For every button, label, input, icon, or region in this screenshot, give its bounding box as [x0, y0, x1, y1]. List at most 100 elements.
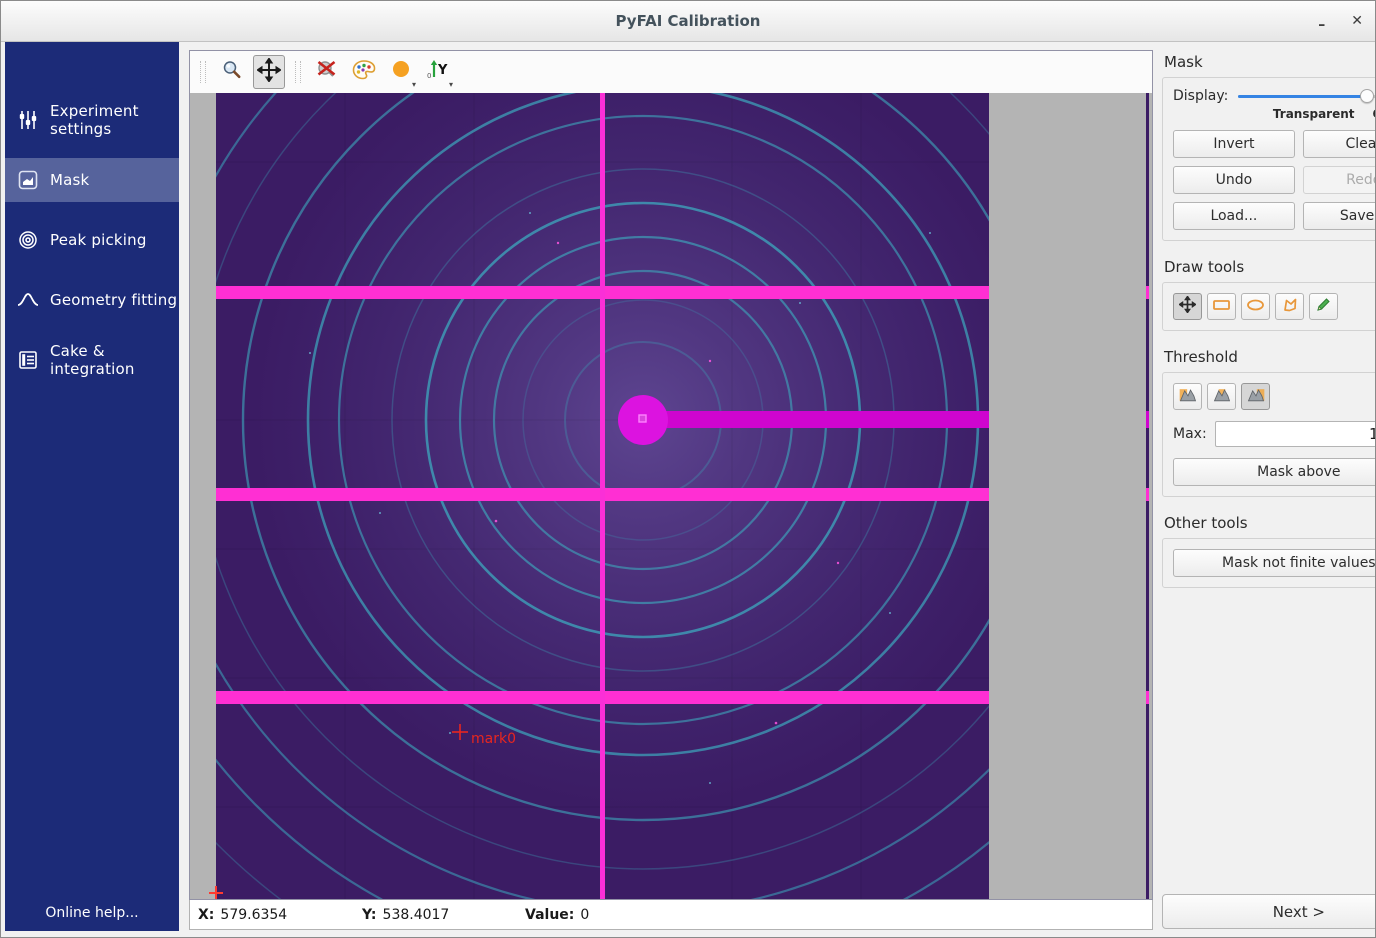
sidebar-item-mask[interactable]: Mask	[5, 158, 179, 202]
pan-crosshair-icon	[1179, 296, 1196, 317]
peak-curve-icon	[17, 289, 39, 311]
sidebar-item-geometry-fitting[interactable]: Geometry fitting	[5, 278, 179, 322]
histogram-below-icon	[1178, 386, 1198, 408]
load-button[interactable]: Load...	[1173, 202, 1295, 230]
dropdown-caret-icon: ▾	[412, 80, 416, 89]
pyfai-window: PyFAI Calibration – ✕ Experiment setting…	[0, 0, 1376, 938]
pencil-icon	[1315, 296, 1332, 317]
mask-color-button[interactable]: ▾	[385, 55, 417, 89]
sidebar: Experiment settings Mask	[5, 42, 179, 931]
mask-between-threshold-button[interactable]	[1207, 383, 1236, 410]
y-axis-icon: 0 Y	[425, 58, 451, 86]
mask-icon	[17, 169, 39, 191]
colormap-button[interactable]	[348, 55, 380, 89]
plot-toolbar: ▾ 0 Y ▾	[190, 51, 1152, 93]
sidebar-item-label: Mask	[50, 171, 89, 189]
histogram-above-icon	[1246, 386, 1266, 408]
magnifier-icon	[221, 59, 243, 85]
image-edge-sliver	[1146, 93, 1149, 899]
transparent-label: Transparent	[1273, 107, 1355, 121]
integration-icon	[17, 349, 39, 371]
minimize-button[interactable]: –	[1318, 14, 1325, 28]
concentric-rings-icon	[17, 229, 39, 251]
color-circle-icon	[390, 59, 412, 85]
sidebar-item-label: Experiment settings	[50, 102, 179, 138]
mask-groupbox: Display: Transparent Opaque Invert Clear…	[1162, 77, 1376, 241]
threshold-title: Threshold	[1164, 348, 1376, 366]
sidebar-item-label: Cake & integration	[50, 342, 179, 378]
mask-vertical-line	[600, 93, 605, 899]
ellipse-icon	[1246, 297, 1265, 317]
display-slider[interactable]	[1238, 88, 1376, 104]
ellipse-tool-button[interactable]	[1241, 293, 1270, 320]
window-content: Experiment settings Mask	[1, 42, 1375, 937]
window-controls: – ✕	[1318, 1, 1363, 41]
polygon-tool-button[interactable]	[1275, 293, 1304, 320]
svg-text:0: 0	[427, 72, 431, 80]
mask-section-title: Mask	[1164, 53, 1376, 71]
mask-panel: Mask Display: Transparent Opaque Invert	[1153, 42, 1376, 931]
mask-above-threshold-button[interactable]	[1241, 383, 1270, 410]
toolbar-grip[interactable]	[295, 61, 301, 83]
online-help-link[interactable]: Online help...	[5, 905, 179, 931]
palette-icon	[351, 58, 377, 86]
display-slider-fill	[1238, 95, 1367, 98]
next-button[interactable]: Next >	[1162, 894, 1376, 929]
pan-draw-tool-button[interactable]	[1173, 293, 1202, 320]
mask-not-finite-button[interactable]: Mask not finite values	[1173, 549, 1376, 577]
pan-crosshair-icon	[257, 58, 281, 86]
opaque-label: Opaque	[1373, 107, 1376, 121]
status-bar: X: 579.6354 Y: 538.4017 Value: 0	[189, 900, 1153, 930]
redo-button: Redo	[1303, 166, 1376, 194]
close-button[interactable]: ✕	[1351, 14, 1363, 28]
crosshair-off-button[interactable]	[311, 55, 343, 89]
zoom-tool-button[interactable]	[216, 55, 248, 89]
y-axis-orientation-button[interactable]: 0 Y ▾	[422, 55, 454, 89]
clear-button[interactable]: Clear	[1303, 130, 1376, 158]
pan-tool-button[interactable]	[253, 55, 285, 89]
sidebar-item-experiment-settings[interactable]: Experiment settings	[5, 98, 179, 142]
toolbar-grip[interactable]	[200, 61, 206, 83]
main-area: ▾ 0 Y ▾	[189, 42, 1153, 931]
status-value: Value: 0	[525, 907, 589, 923]
status-x: X: 579.6354	[198, 907, 362, 923]
status-y: Y: 538.4017	[362, 907, 525, 923]
beamstop-arm	[648, 411, 989, 428]
svg-text:mark0: mark0	[471, 731, 516, 747]
sidebar-item-cake-integration[interactable]: Cake & integration	[5, 338, 179, 382]
crosshair-off-icon	[315, 58, 339, 86]
other-tools-groupbox: Mask not finite values	[1162, 538, 1376, 588]
polygon-icon	[1281, 296, 1299, 317]
undo-button[interactable]: Undo	[1173, 166, 1295, 194]
sidebar-item-label: Peak picking	[50, 231, 147, 249]
dropdown-caret-icon: ▾	[449, 80, 453, 89]
plot-widget: ▾ 0 Y ▾	[189, 50, 1153, 900]
other-tools-title: Other tools	[1164, 514, 1376, 532]
diffraction-canvas[interactable]: mark0	[190, 93, 1152, 899]
mask-below-threshold-button[interactable]	[1173, 383, 1202, 410]
status-x-value: 579.6354	[220, 907, 287, 923]
sidebar-item-peak-picking[interactable]: Peak picking	[5, 218, 179, 262]
mask-above-button[interactable]: Mask above	[1173, 458, 1376, 486]
threshold-groupbox: Max: Mask above	[1162, 372, 1376, 497]
max-label: Max:	[1173, 426, 1207, 442]
titlebar: PyFAI Calibration – ✕	[1, 1, 1375, 42]
display-label: Display:	[1173, 88, 1228, 104]
histogram-between-icon	[1212, 386, 1232, 408]
draw-tools-groupbox	[1162, 282, 1376, 331]
save-button[interactable]: Save...	[1303, 202, 1376, 230]
status-y-value: 538.4017	[383, 907, 450, 923]
invert-button[interactable]: Invert	[1173, 130, 1295, 158]
draw-tools-title: Draw tools	[1164, 258, 1376, 276]
rectangle-icon	[1212, 297, 1231, 317]
rectangle-tool-button[interactable]	[1207, 293, 1236, 320]
pencil-tool-button[interactable]	[1309, 293, 1338, 320]
sidebar-item-label: Geometry fitting	[50, 291, 177, 309]
max-threshold-input[interactable]	[1215, 421, 1376, 447]
status-pixel-value: 0	[580, 907, 589, 923]
svg-text:Y: Y	[437, 63, 448, 78]
window-title: PyFAI Calibration	[616, 12, 761, 30]
sidebar-nav: Experiment settings Mask	[5, 42, 179, 398]
diffraction-image: mark0	[190, 93, 1152, 899]
display-slider-handle[interactable]	[1360, 89, 1374, 103]
